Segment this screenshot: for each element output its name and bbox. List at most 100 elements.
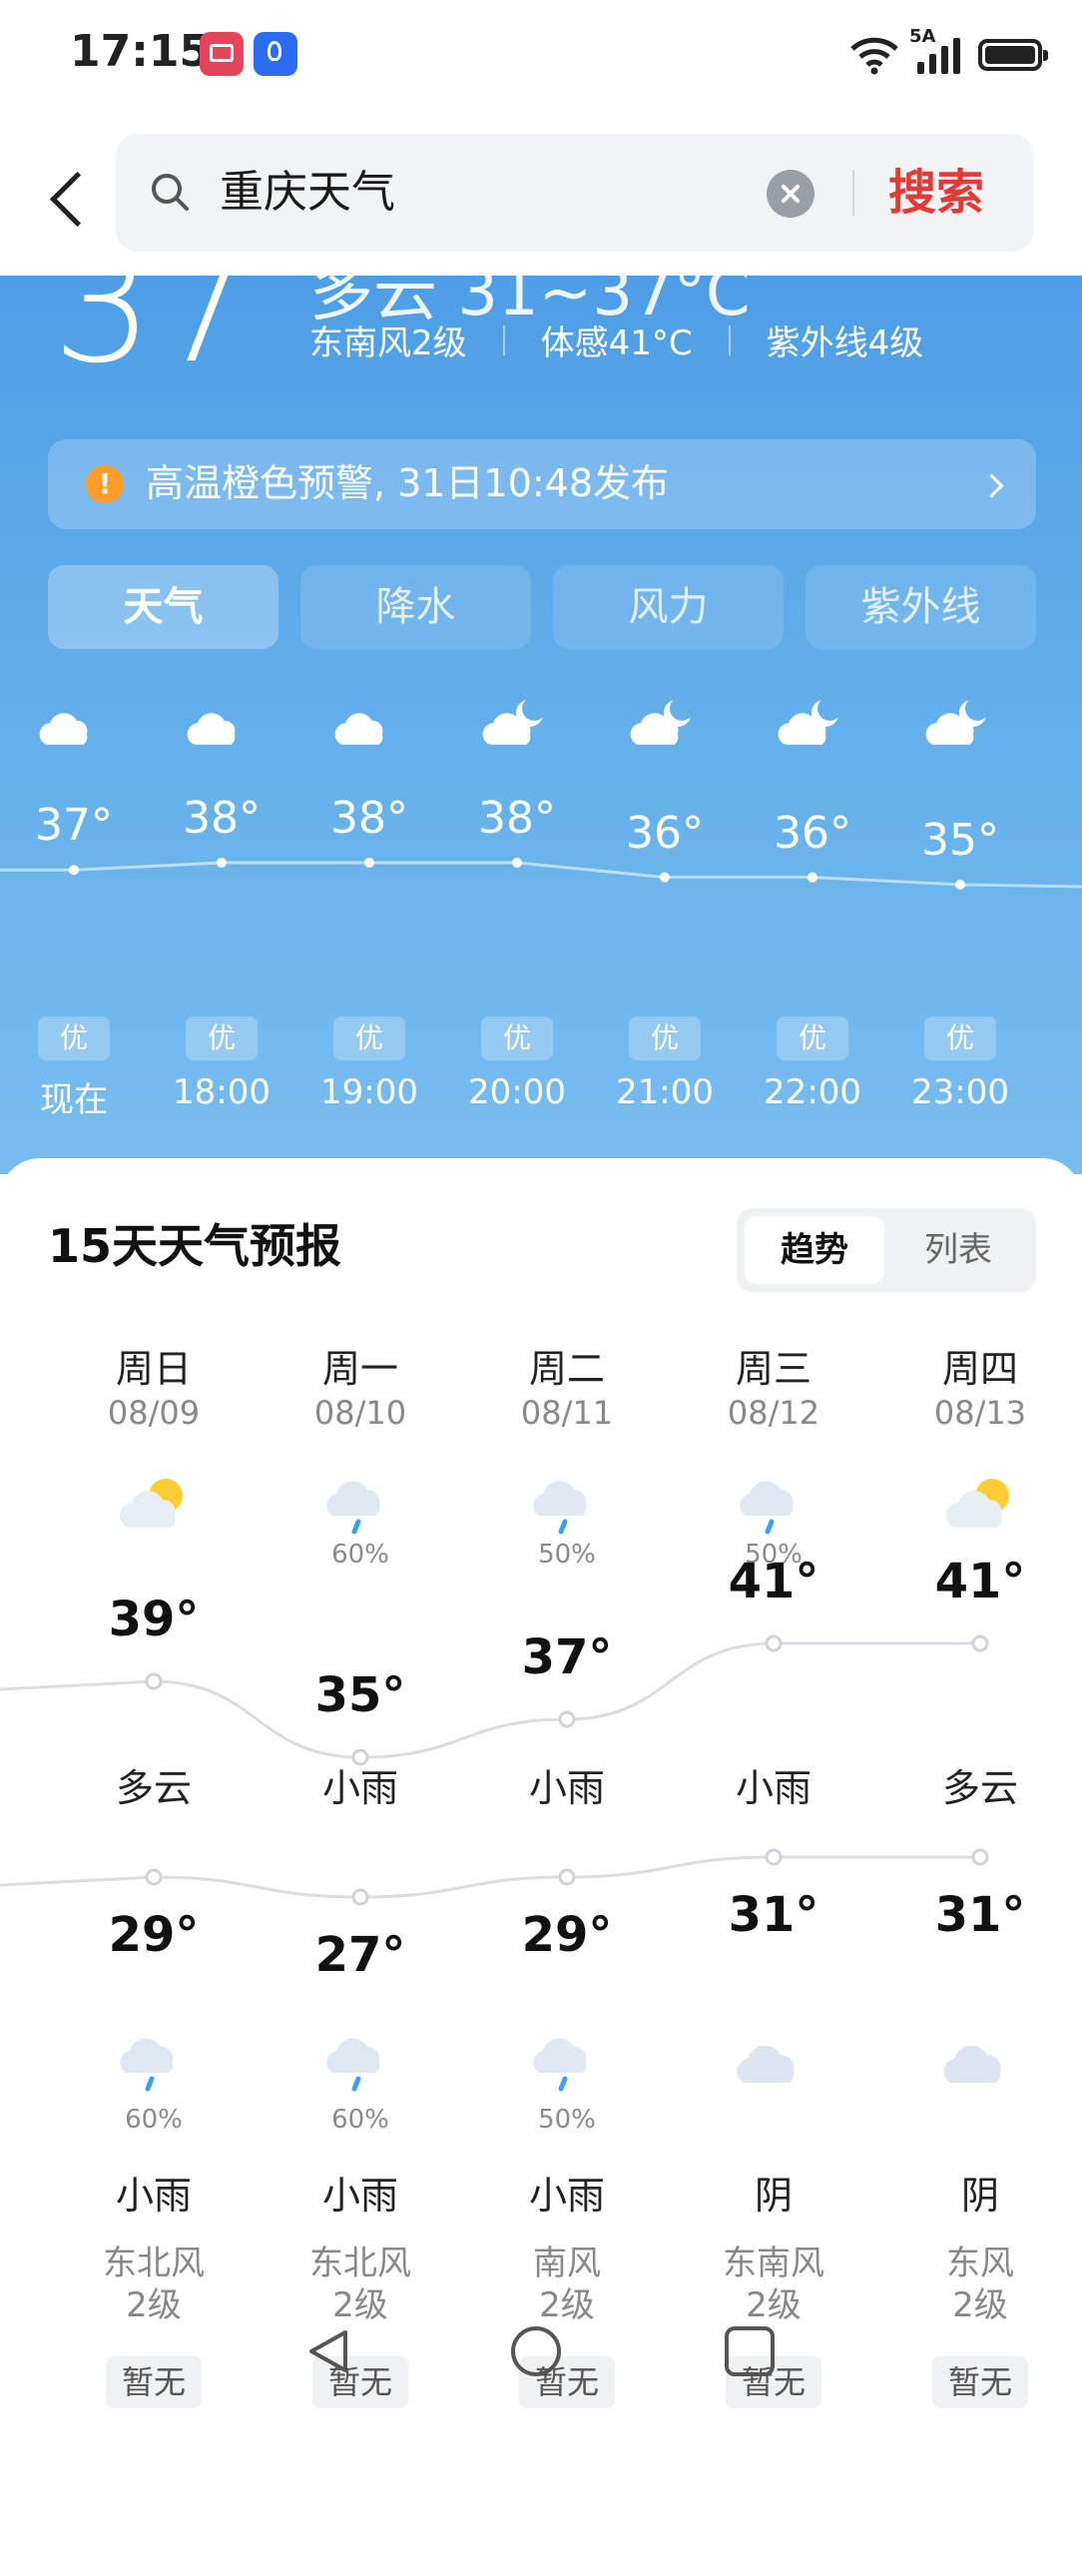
hour-time: 19:00 bbox=[320, 1072, 418, 1112]
battery-icon bbox=[978, 39, 1048, 71]
hour-time: 现在 bbox=[40, 1080, 108, 1120]
hour-time: 22:00 bbox=[764, 1072, 861, 1112]
reader-app-icon bbox=[200, 32, 244, 76]
feels-like: 体感41°C bbox=[540, 323, 693, 363]
signal-icon: 5A bbox=[909, 26, 960, 74]
night-condition: 小雨 bbox=[115, 2174, 192, 2218]
hour-temp: 35° bbox=[921, 815, 999, 866]
moon-cloud-icon bbox=[482, 700, 543, 745]
day-air-quality: 暂无 bbox=[106, 2356, 202, 2408]
rain-cloud-icon bbox=[533, 2038, 587, 2092]
hour-item[interactable]: 36° 优 22:00 bbox=[753, 695, 872, 1114]
tab-uv[interactable]: 紫外线 bbox=[806, 565, 1036, 649]
nav-recent-icon[interactable] bbox=[725, 2326, 775, 2376]
day-precip-prob: 50% bbox=[538, 1540, 596, 1570]
day-condition: 小雨 bbox=[321, 1766, 398, 1810]
overcast-cloud-icon bbox=[943, 2045, 1001, 2083]
hour-item[interactable]: 37° 优现在 bbox=[14, 695, 134, 1120]
day-wind-level: 2级 bbox=[539, 2285, 595, 2325]
day-wind: 南风 2级 bbox=[477, 2243, 657, 2326]
clear-icon[interactable] bbox=[767, 170, 814, 218]
hour-item[interactable]: 38° 优 20:00 bbox=[457, 695, 577, 1114]
night-precip-prob: 60% bbox=[331, 2105, 389, 2135]
cloud-icon bbox=[334, 713, 383, 745]
forecast-day[interactable]: 周二 08/11 50% 小雨 37° 29° 50% 小雨 南风 2级 暂无 bbox=[477, 1338, 657, 2576]
air-quality-badge: 优 bbox=[481, 1016, 553, 1060]
hour-temp: 38° bbox=[478, 793, 556, 844]
search-input[interactable]: 重庆天气 bbox=[220, 162, 395, 224]
status-bar: 17:15 5A bbox=[0, 0, 1082, 120]
overcast-cloud-icon bbox=[737, 2045, 795, 2083]
moon-cloud-icon bbox=[630, 700, 691, 745]
hour-item[interactable]: 36° 优 21:00 bbox=[605, 695, 725, 1114]
air-quality-badge: 优 bbox=[777, 1016, 848, 1060]
hour-temp: 38° bbox=[183, 793, 261, 844]
search-box[interactable]: 重庆天气 搜索 bbox=[116, 134, 1034, 252]
tab-wind[interactable]: 风力 bbox=[553, 565, 784, 649]
night-condition: 小雨 bbox=[321, 2174, 398, 2218]
search-button[interactable]: 搜索 bbox=[888, 158, 984, 228]
night-precip-prob: 60% bbox=[125, 2105, 183, 2135]
hour-time: 23:00 bbox=[911, 1072, 1009, 1112]
hour-item[interactable]: 38° 优 19:00 bbox=[309, 695, 429, 1114]
hour-temp: 38° bbox=[330, 793, 408, 844]
air-quality-badge: 优 bbox=[333, 1016, 405, 1060]
hour-time: 21:00 bbox=[616, 1072, 714, 1112]
forecast-day[interactable]: 周日 08/09 多云 39° 29° 60% 小雨 东北风 2级 暂无 bbox=[64, 1338, 244, 2576]
day-wind: 东南风 2级 bbox=[684, 2243, 863, 2326]
forecast-day[interactable]: 周四 08/13 多云 41° 31° 阴东风 2级 暂无 bbox=[890, 1338, 1070, 2576]
alert-text: 高温橙色预警, 31日10:48发布 bbox=[146, 461, 670, 505]
day-condition: 多云 bbox=[115, 1766, 192, 1810]
day-high-temp: 41° bbox=[934, 1554, 1026, 1610]
search-icon bbox=[152, 174, 189, 211]
day-precip-prob bbox=[64, 1540, 244, 1580]
uv-index: 紫外线4级 bbox=[766, 323, 924, 363]
tab-weather[interactable]: 天气 bbox=[48, 565, 278, 649]
current-temp: 37 bbox=[52, 276, 256, 398]
rain-cloud-icon bbox=[326, 2038, 380, 2092]
day-high-temp: 35° bbox=[314, 1667, 406, 1723]
night-condition: 阴 bbox=[960, 2174, 999, 2218]
moon-cloud-icon bbox=[778, 700, 838, 745]
chevron-right-icon bbox=[979, 473, 1004, 498]
hour-temp: 36° bbox=[626, 807, 704, 859]
day-wind: 东北风 2级 bbox=[270, 2243, 450, 2326]
weather-hero: 37 多云 31~37°C 东南风2级 体感41°C 紫外线4级 ! 高温橙色预… bbox=[0, 276, 1082, 1174]
hour-item[interactable]: 38° 优 18:00 bbox=[162, 695, 281, 1114]
forecast-card: 15天天气预报 趋势 列表 周日 08/09 多云 39° 29° 60% 小雨 东北风 2级暂… bbox=[0, 1158, 1082, 2408]
rain-cloud-icon bbox=[120, 2038, 174, 2092]
day-high-temp: 41° bbox=[728, 1554, 819, 1610]
rain-cloud-icon bbox=[533, 1481, 587, 1535]
day-wind-level: 2级 bbox=[746, 2285, 802, 2325]
day-high-temp: 39° bbox=[108, 1592, 200, 1647]
hour-temp: 37° bbox=[35, 800, 113, 852]
nav-back-icon[interactable] bbox=[305, 2328, 351, 2374]
warning-icon: ! bbox=[86, 465, 124, 503]
back-icon[interactable] bbox=[44, 164, 94, 234]
day-weekday: 周四 bbox=[941, 1347, 1018, 1391]
status-time: 17:15 bbox=[70, 26, 211, 77]
day-date: 08/11 bbox=[520, 1394, 614, 1432]
network-type: 5A bbox=[909, 26, 936, 47]
hour-time: 18:00 bbox=[173, 1072, 270, 1112]
hour-temp: 36° bbox=[774, 807, 851, 859]
day-low-temp: 27° bbox=[314, 1927, 406, 1983]
nav-home-icon[interactable] bbox=[511, 2326, 561, 2376]
forecast-day[interactable]: 周三 08/12 50% 小雨 41° 31° 阴东南风 2级 暂无 bbox=[684, 1338, 863, 2576]
tab-precipitation[interactable]: 降水 bbox=[300, 565, 531, 649]
search-header: 重庆天气 搜索 bbox=[0, 120, 1082, 276]
weather-alert[interactable]: ! 高温橙色预警, 31日10:48发布 bbox=[48, 439, 1036, 529]
cloud-icon bbox=[187, 713, 236, 745]
air-quality-badge: 优 bbox=[38, 1016, 110, 1060]
hour-item[interactable]: 35° 优 23:00 bbox=[900, 695, 1020, 1114]
day-wind: 东风 2级 bbox=[890, 2243, 1070, 2326]
day-air-quality: 暂无 bbox=[932, 2356, 1028, 2408]
night-precip-prob: 50% bbox=[538, 2105, 596, 2135]
hourly-forecast[interactable]: 37° 优现在 38° 优 18:00 38° 优 19:00 38° 优 20:00 36° 优 21:… bbox=[0, 695, 1082, 1120]
air-quality-badge: 优 bbox=[924, 1016, 996, 1060]
day-weekday: 周日 bbox=[115, 1347, 192, 1391]
day-wind-level: 2级 bbox=[952, 2285, 1008, 2325]
air-quality-badge: 优 bbox=[629, 1016, 701, 1060]
forecast-day[interactable]: 周一 08/10 60% 小雨 35° 27° 60% 小雨 东北风 2级 暂无 bbox=[270, 1338, 450, 2576]
day-weekday: 周二 bbox=[528, 1347, 605, 1391]
